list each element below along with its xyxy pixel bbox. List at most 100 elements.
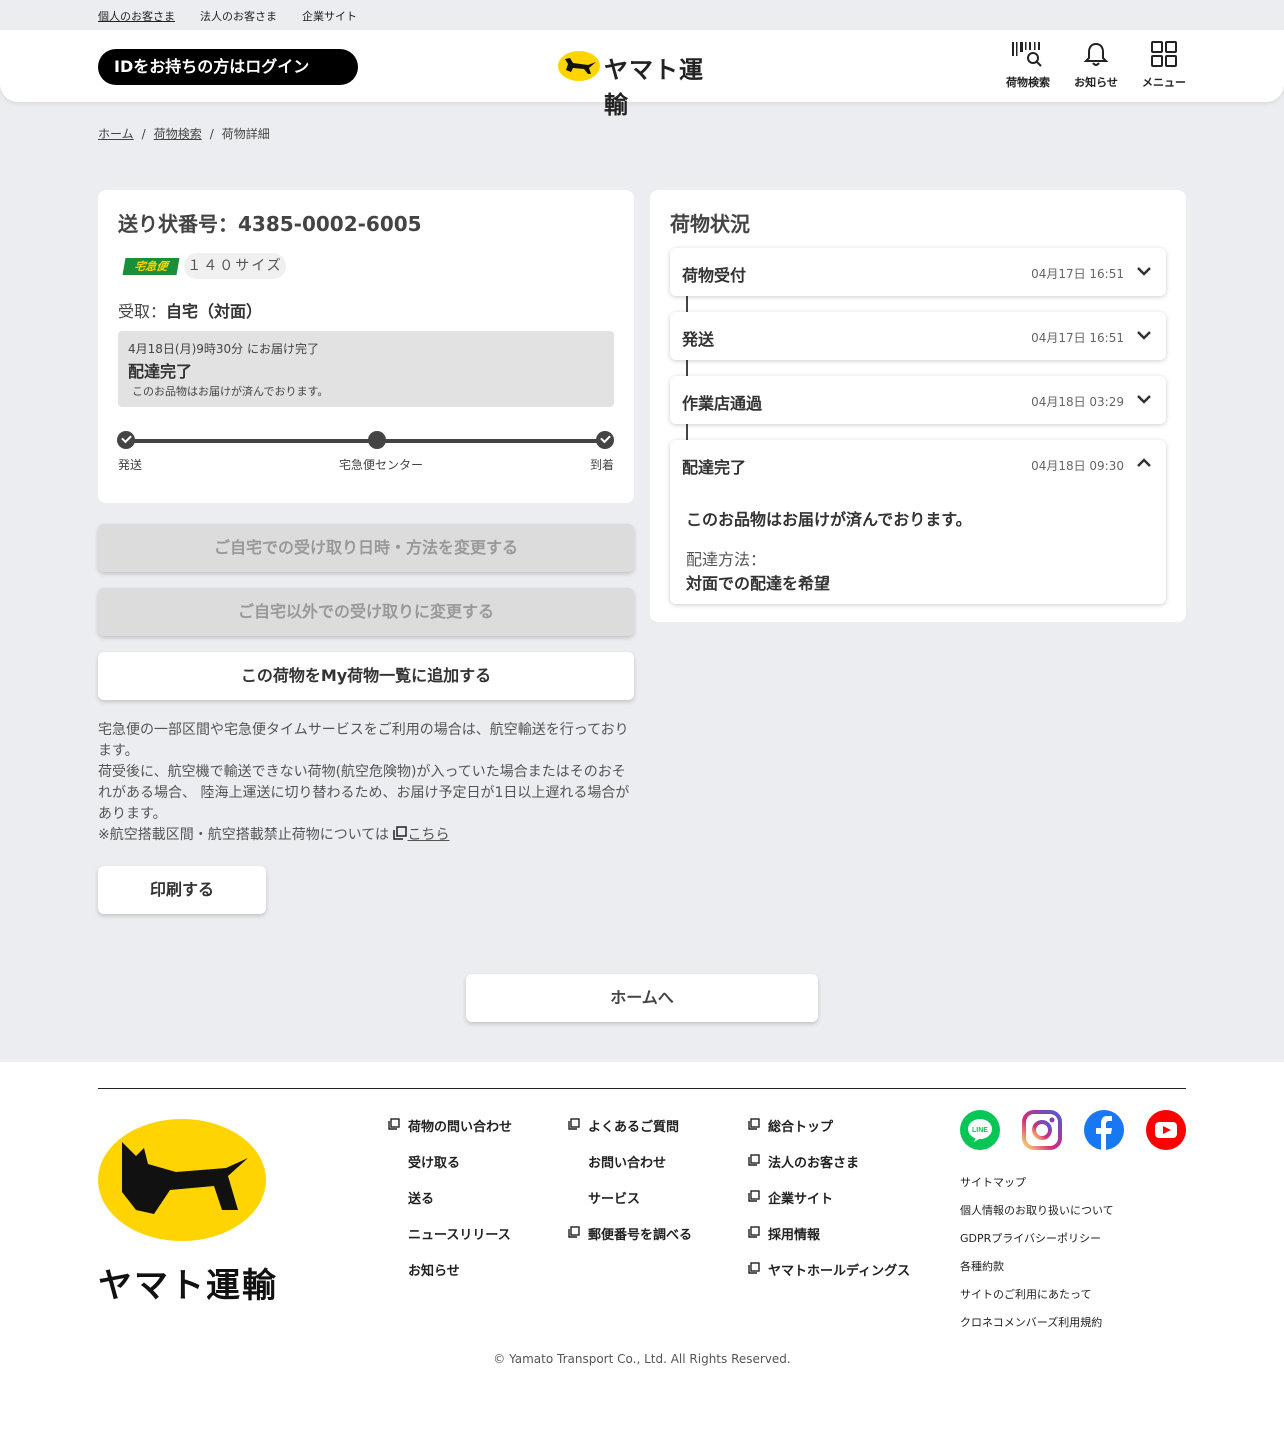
footer-link-label: 荷物の問い合わせ xyxy=(408,1120,513,1135)
breadcrumb-separator: / xyxy=(209,127,214,141)
status-history-card: 荷物状況 荷物受付 04月17日 16:51 発送 04月17日 16:51 作… xyxy=(650,190,1186,622)
footer-link-corporate[interactable]: 法人のお客さま xyxy=(748,1152,910,1188)
back-home-button[interactable]: ホームへ xyxy=(466,974,818,1022)
footer-link-site-usage[interactable]: サイトのご利用にあたって xyxy=(960,1286,1114,1314)
footer-link-receive[interactable]: 受け取る xyxy=(388,1152,512,1188)
footer-link-contact[interactable]: お問い合わせ xyxy=(568,1152,692,1188)
footer-link-top[interactable]: 総合トップ xyxy=(748,1116,910,1152)
facebook-icon[interactable] xyxy=(1084,1110,1124,1150)
status-item-transit[interactable]: 作業店通過 04月18日 03:29 xyxy=(670,376,1166,424)
footer-link-postal[interactable]: 郵便番号を調べる xyxy=(568,1224,692,1260)
footer-link-notice[interactable]: お知らせ xyxy=(388,1260,512,1296)
nav-search-label: 荷物検索 xyxy=(1006,76,1050,89)
footer-link-news[interactable]: ニュースリリース xyxy=(388,1224,512,1260)
yamato-logo[interactable]: ヤマト運輸 xyxy=(558,48,728,119)
footer-link-label: よくあるご質問 xyxy=(588,1120,680,1135)
footer-link-recruit[interactable]: 採用情報 xyxy=(748,1224,910,1260)
corporate-link[interactable]: 法人のお客さま xyxy=(200,8,277,24)
footer-column-2: よくあるご質問 お問い合わせ サービス 郵便番号を調べる xyxy=(568,1116,692,1260)
footer-link-faq[interactable]: よくあるご質問 xyxy=(568,1116,692,1152)
breadcrumb-current: 荷物詳細 xyxy=(221,127,270,141)
external-link-icon xyxy=(748,1118,760,1130)
chevron-up-icon xyxy=(1137,458,1151,467)
external-link-icon xyxy=(748,1226,760,1238)
footer-link-members-terms[interactable]: クロネコメンバーズ利用規約 xyxy=(960,1314,1114,1342)
progress-dot-end-check-icon xyxy=(596,431,614,449)
breadcrumb-search[interactable]: 荷物検索 xyxy=(154,127,202,141)
personal-link[interactable]: 個人のお客さま xyxy=(98,8,175,24)
print-button[interactable]: 印刷する xyxy=(98,866,266,914)
svg-text:LINE: LINE xyxy=(972,1127,988,1134)
delivery-status: 配達完了 xyxy=(128,362,193,381)
progress-track xyxy=(126,439,606,443)
footer-logo[interactable]: ヤマト運輸 xyxy=(98,1118,278,1307)
footer-column-1: 荷物の問い合わせ 受け取る 送る ニュースリリース お知らせ xyxy=(388,1116,512,1296)
nav-menu-label: メニュー xyxy=(1142,76,1186,89)
utility-bar: 個人のお客さま 法人のお客さま 企業サイト xyxy=(0,0,1284,30)
barcode-search-icon xyxy=(1012,42,1042,67)
footer-link-holdings[interactable]: ヤマトホールディングス xyxy=(748,1260,910,1296)
air-transport-note: 宅急便の一部区間や宅急便タイムサービスをご利用の場合は、航空輸送を行っております… xyxy=(98,720,634,846)
footer-link-label: 受け取る xyxy=(408,1156,461,1171)
delivery-status-box: 4月18日(月)9時30分 にお届け完了 配達完了 このお品物はお届けが済んでお… xyxy=(118,331,614,407)
footer-legal-links: サイトマップ 個人情報のお取り扱いについて GDPRプライバシーポリシー 各種約… xyxy=(960,1174,1114,1342)
login-button[interactable]: IDをお持ちの方はログイン xyxy=(98,49,358,85)
black-cat-emblem-icon xyxy=(98,1119,266,1241)
footer-link-label: ニュースリリース xyxy=(408,1228,511,1243)
progress-label-end: 到着 xyxy=(590,458,615,472)
shipment-summary-card: 送り状番号：4385-0002-6005 宅急便 １４０サイズ 受取：自宅（対面… xyxy=(98,190,634,503)
footer-divider xyxy=(98,1088,1186,1089)
footer-link-privacy[interactable]: 個人情報のお取り扱いについて xyxy=(960,1202,1114,1230)
nav-menu[interactable]: メニュー xyxy=(1129,40,1199,90)
chevron-down-icon xyxy=(1137,267,1151,276)
external-link-icon xyxy=(388,1118,400,1130)
footer-link-inquiry[interactable]: 荷物の問い合わせ xyxy=(388,1116,512,1152)
status-item-delivered[interactable]: 配達完了 04月18日 09:30 このお品物はお届けが済んでおります。 配達方… xyxy=(670,440,1166,604)
breadcrumb-home[interactable]: ホーム xyxy=(98,127,134,141)
company-site-link[interactable]: 企業サイト xyxy=(302,8,357,24)
instagram-logo xyxy=(1022,1110,1062,1150)
youtube-icon[interactable] xyxy=(1146,1110,1186,1150)
add-my-list-button[interactable]: この荷物をMy荷物一覧に追加する xyxy=(98,652,634,700)
delivery-date: 4月18日(月)9時30分 にお届け完了 xyxy=(128,342,319,356)
footer-link-terms[interactable]: 各種約款 xyxy=(960,1258,1114,1286)
change-pickup-location-button[interactable]: ご自宅以外での受け取りに変更する xyxy=(98,588,634,636)
status-item-shipped[interactable]: 発送 04月17日 16:51 xyxy=(670,312,1166,360)
footer-link-sitemap[interactable]: サイトマップ xyxy=(960,1174,1114,1202)
receipt-method: 受取：自宅（対面） xyxy=(118,298,262,322)
footer-link-company[interactable]: 企業サイト xyxy=(748,1188,910,1224)
status-item-date: 04月18日 03:29 xyxy=(1031,395,1124,409)
site-header: IDをお持ちの方はログイン ヤマト運輸 荷物検索 お知らせ メニュー xyxy=(0,30,1284,119)
footer-link-send[interactable]: 送る xyxy=(388,1188,512,1224)
status-item-title: 荷物受付 xyxy=(682,266,747,285)
footer-link-label: ヤマトホールディングス xyxy=(768,1264,911,1279)
footer-column-3: 総合トップ 法人のお客さま 企業サイト 採用情報 ヤマトホールディングス xyxy=(748,1116,910,1296)
nav-notice[interactable]: お知らせ xyxy=(1061,40,1131,90)
status-item-accepted[interactable]: 荷物受付 04月17日 16:51 xyxy=(670,248,1166,296)
nav-notice-label: お知らせ xyxy=(1074,76,1118,89)
line-logo: LINE xyxy=(968,1119,992,1142)
footer-link-gdpr[interactable]: GDPRプライバシーポリシー xyxy=(960,1230,1114,1258)
takkyubin-badge: 宅急便 xyxy=(122,258,180,275)
tracking-number-title: 送り状番号：4385-0002-6005 xyxy=(118,212,422,236)
line-icon[interactable]: LINE xyxy=(960,1110,1000,1150)
status-item-date: 04月18日 09:30 xyxy=(1031,459,1124,473)
status-item-date: 04月17日 16:51 xyxy=(1031,331,1124,345)
receipt-value: 自宅（対面） xyxy=(166,302,263,321)
footer-link-service[interactable]: サービス xyxy=(568,1188,692,1224)
external-link-icon xyxy=(748,1262,760,1274)
note-link[interactable]: こちら xyxy=(407,827,449,843)
footer-link-label: 企業サイト xyxy=(768,1192,834,1207)
footer-link-label: サービス xyxy=(588,1192,641,1207)
nav-package-search[interactable]: 荷物検索 xyxy=(993,40,1063,90)
progress-dot-start-check-icon xyxy=(117,431,135,449)
footer-link-label: 法人のお客さま xyxy=(768,1156,860,1171)
instagram-icon[interactable] xyxy=(1022,1110,1062,1150)
status-item-date: 04月17日 16:51 xyxy=(1031,267,1124,281)
grid-menu-icon xyxy=(1151,41,1177,67)
footer-link-label: お問い合わせ xyxy=(588,1156,667,1171)
change-home-delivery-button[interactable]: ご自宅での受け取り日時・方法を変更する xyxy=(98,524,634,572)
size-badge: １４０サイズ xyxy=(184,253,286,279)
external-link-icon xyxy=(393,826,408,840)
footer-link-label: 採用情報 xyxy=(768,1228,821,1243)
